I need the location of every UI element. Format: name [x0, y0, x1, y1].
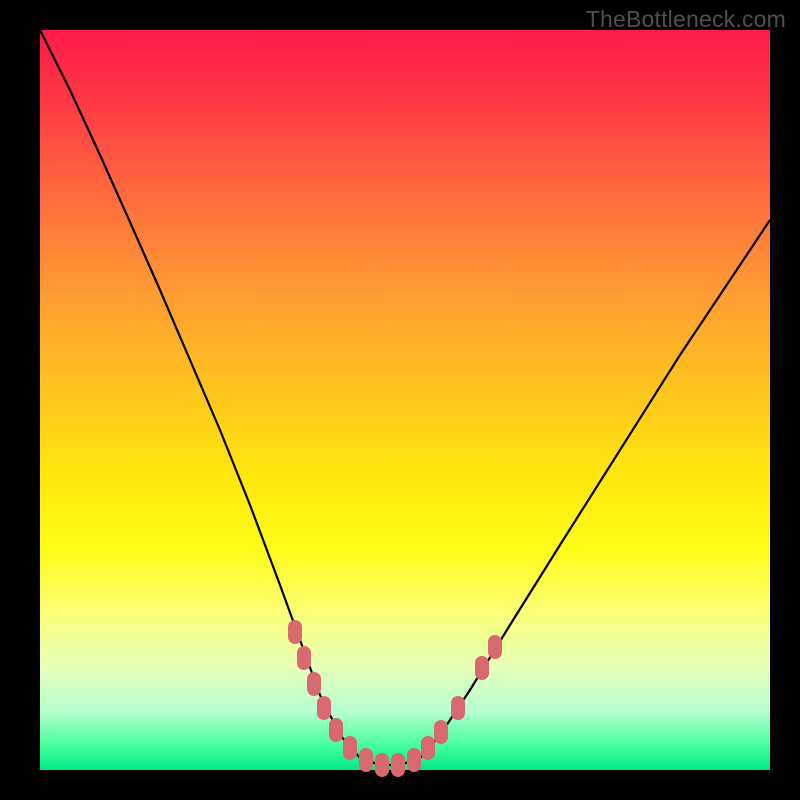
curve-marker — [307, 672, 321, 696]
curve-marker — [343, 736, 357, 760]
curve-marker — [488, 635, 502, 659]
curve-marker — [421, 736, 435, 760]
bottleneck-curve — [40, 30, 770, 765]
curve-marker — [359, 748, 373, 772]
curve-marker — [317, 696, 331, 720]
curve-marker — [329, 718, 343, 742]
curve-markers — [288, 620, 502, 777]
curve-marker — [451, 696, 465, 720]
curve-marker — [391, 753, 405, 777]
curve-layer — [40, 30, 770, 770]
curve-marker — [375, 753, 389, 777]
curve-marker — [475, 656, 489, 680]
curve-marker — [434, 720, 448, 744]
curve-marker — [288, 620, 302, 644]
watermark-text: TheBottleneck.com — [586, 6, 786, 33]
curve-marker — [407, 748, 421, 772]
chart-frame: TheBottleneck.com — [0, 0, 800, 800]
curve-marker — [297, 646, 311, 670]
plot-area — [40, 30, 770, 770]
